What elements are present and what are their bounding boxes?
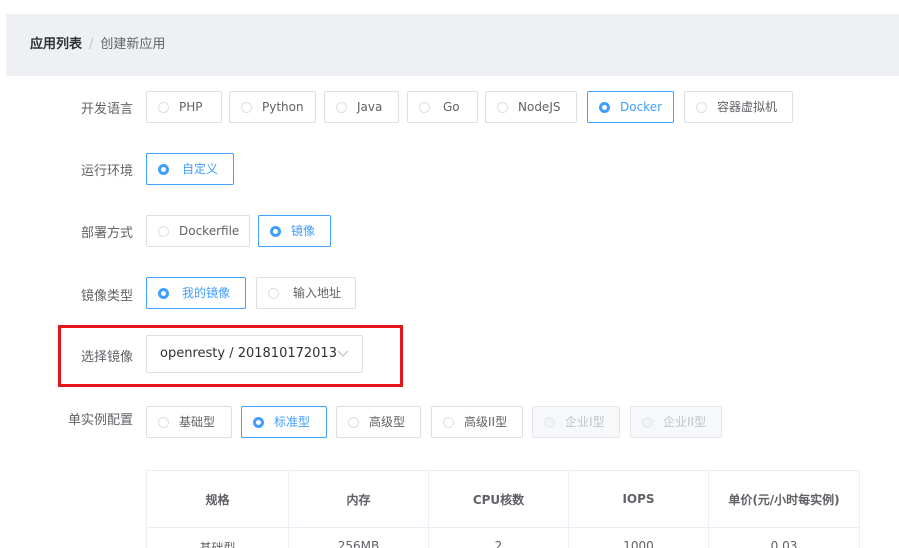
option-label: 企业I型 [565, 415, 605, 429]
column-header-cpu: CPU核数 [428, 470, 569, 528]
radio-circle-icon [497, 102, 508, 113]
language-option-java[interactable]: Java [324, 91, 399, 123]
instance-option-advanced[interactable]: 高级型 [336, 406, 421, 438]
radio-checked-icon [158, 164, 169, 175]
option-label: 高级II型 [464, 415, 508, 429]
deploy-label: 部署方式 [80, 226, 133, 241]
language-label: 开发语言 [80, 102, 133, 117]
language-option-go[interactable]: Go [407, 91, 478, 123]
radio-circle-icon [158, 417, 169, 428]
image-select-label: 选择镜像 [80, 350, 133, 365]
runtime-option-custom[interactable]: 自定义 [146, 153, 234, 185]
breadcrumb-current: 创建新应用 [100, 37, 166, 52]
instance-config-label: 单实例配置 [67, 413, 133, 428]
radio-circle-icon [544, 417, 555, 428]
instance-option-advanced-ii[interactable]: 高级II型 [431, 406, 523, 438]
option-label: 我的镜像 [182, 286, 231, 300]
language-option-nodejs[interactable]: NodeJS [485, 91, 577, 123]
table-cell: 基础型 [146, 527, 289, 548]
breadcrumb: 应用列表 / 创建新应用 [30, 36, 165, 54]
option-label: PHP [179, 100, 203, 114]
spec-table: 规格 内存 CPU核数 IOPS 单价(元/小时每实例) 基础型 256MB 2… [146, 470, 860, 548]
radio-checked-icon [599, 102, 610, 113]
table-cell: 256MB [288, 527, 429, 548]
option-label: 自定义 [182, 162, 219, 176]
language-option-container-vm[interactable]: 容器虚拟机 [684, 91, 793, 123]
option-label: Docker [620, 100, 663, 114]
radio-circle-icon [348, 417, 359, 428]
table-header-row: 规格 内存 CPU核数 IOPS 单价(元/小时每实例) [146, 470, 860, 528]
column-header-iops: IOPS [568, 470, 709, 528]
option-label: 企业II型 [663, 415, 707, 429]
table-row: 基础型 256MB 2 1000 0.03 [146, 527, 860, 548]
option-label: Dockerfile [179, 224, 240, 238]
option-label: NodeJS [518, 100, 561, 114]
instance-option-standard[interactable]: 标准型 [241, 406, 327, 438]
breadcrumb-separator: / [89, 37, 94, 52]
option-label: 输入地址 [293, 286, 342, 300]
table-cell: 0.03 [708, 527, 860, 548]
chevron-down-icon [337, 350, 349, 357]
option-label: Python [262, 100, 304, 114]
option-label: Go [443, 100, 460, 114]
radio-circle-icon [419, 102, 430, 113]
option-label: 容器虚拟机 [717, 100, 778, 114]
radio-circle-icon [158, 226, 169, 237]
table-cell: 2 [428, 527, 569, 548]
column-header-memory: 内存 [288, 470, 429, 528]
image-type-label: 镜像类型 [80, 289, 133, 304]
language-option-python[interactable]: Python [229, 91, 316, 123]
image-select-dropdown[interactable]: openresty / 201810172013 [146, 335, 363, 373]
radio-circle-icon [696, 102, 707, 113]
radio-checked-icon [158, 288, 169, 299]
instance-option-basic[interactable]: 基础型 [146, 406, 232, 438]
image-type-option-mine[interactable]: 我的镜像 [146, 277, 246, 309]
option-label: 基础型 [179, 415, 216, 429]
radio-checked-icon [253, 417, 264, 428]
language-option-docker[interactable]: Docker [587, 91, 674, 123]
radio-circle-icon [642, 417, 653, 428]
image-type-option-address[interactable]: 输入地址 [256, 277, 356, 309]
radio-circle-icon [241, 102, 252, 113]
instance-option-enterprise-i: 企业I型 [532, 406, 620, 438]
radio-circle-icon [443, 417, 454, 428]
runtime-label: 运行环境 [80, 164, 133, 179]
column-header-spec: 规格 [146, 470, 289, 528]
option-label: 镜像 [291, 224, 316, 238]
option-label: 标准型 [274, 415, 311, 429]
language-option-php[interactable]: PHP [146, 91, 222, 123]
option-label: Java [357, 100, 383, 114]
deploy-option-image[interactable]: 镜像 [258, 215, 331, 247]
image-select-value: openresty / 201810172013 [160, 346, 337, 361]
table-cell: 1000 [568, 527, 709, 548]
breadcrumb-bar: 应用列表 / 创建新应用 [6, 14, 899, 76]
deploy-option-dockerfile[interactable]: Dockerfile [146, 215, 250, 247]
instance-option-enterprise-ii: 企业II型 [630, 406, 722, 438]
breadcrumb-app-list-link[interactable]: 应用列表 [30, 37, 82, 52]
radio-circle-icon [268, 288, 279, 299]
option-label: 高级型 [369, 415, 406, 429]
radio-checked-icon [270, 226, 281, 237]
radio-circle-icon [158, 102, 169, 113]
column-header-price: 单价(元/小时每实例) [708, 470, 860, 528]
radio-circle-icon [336, 102, 347, 113]
